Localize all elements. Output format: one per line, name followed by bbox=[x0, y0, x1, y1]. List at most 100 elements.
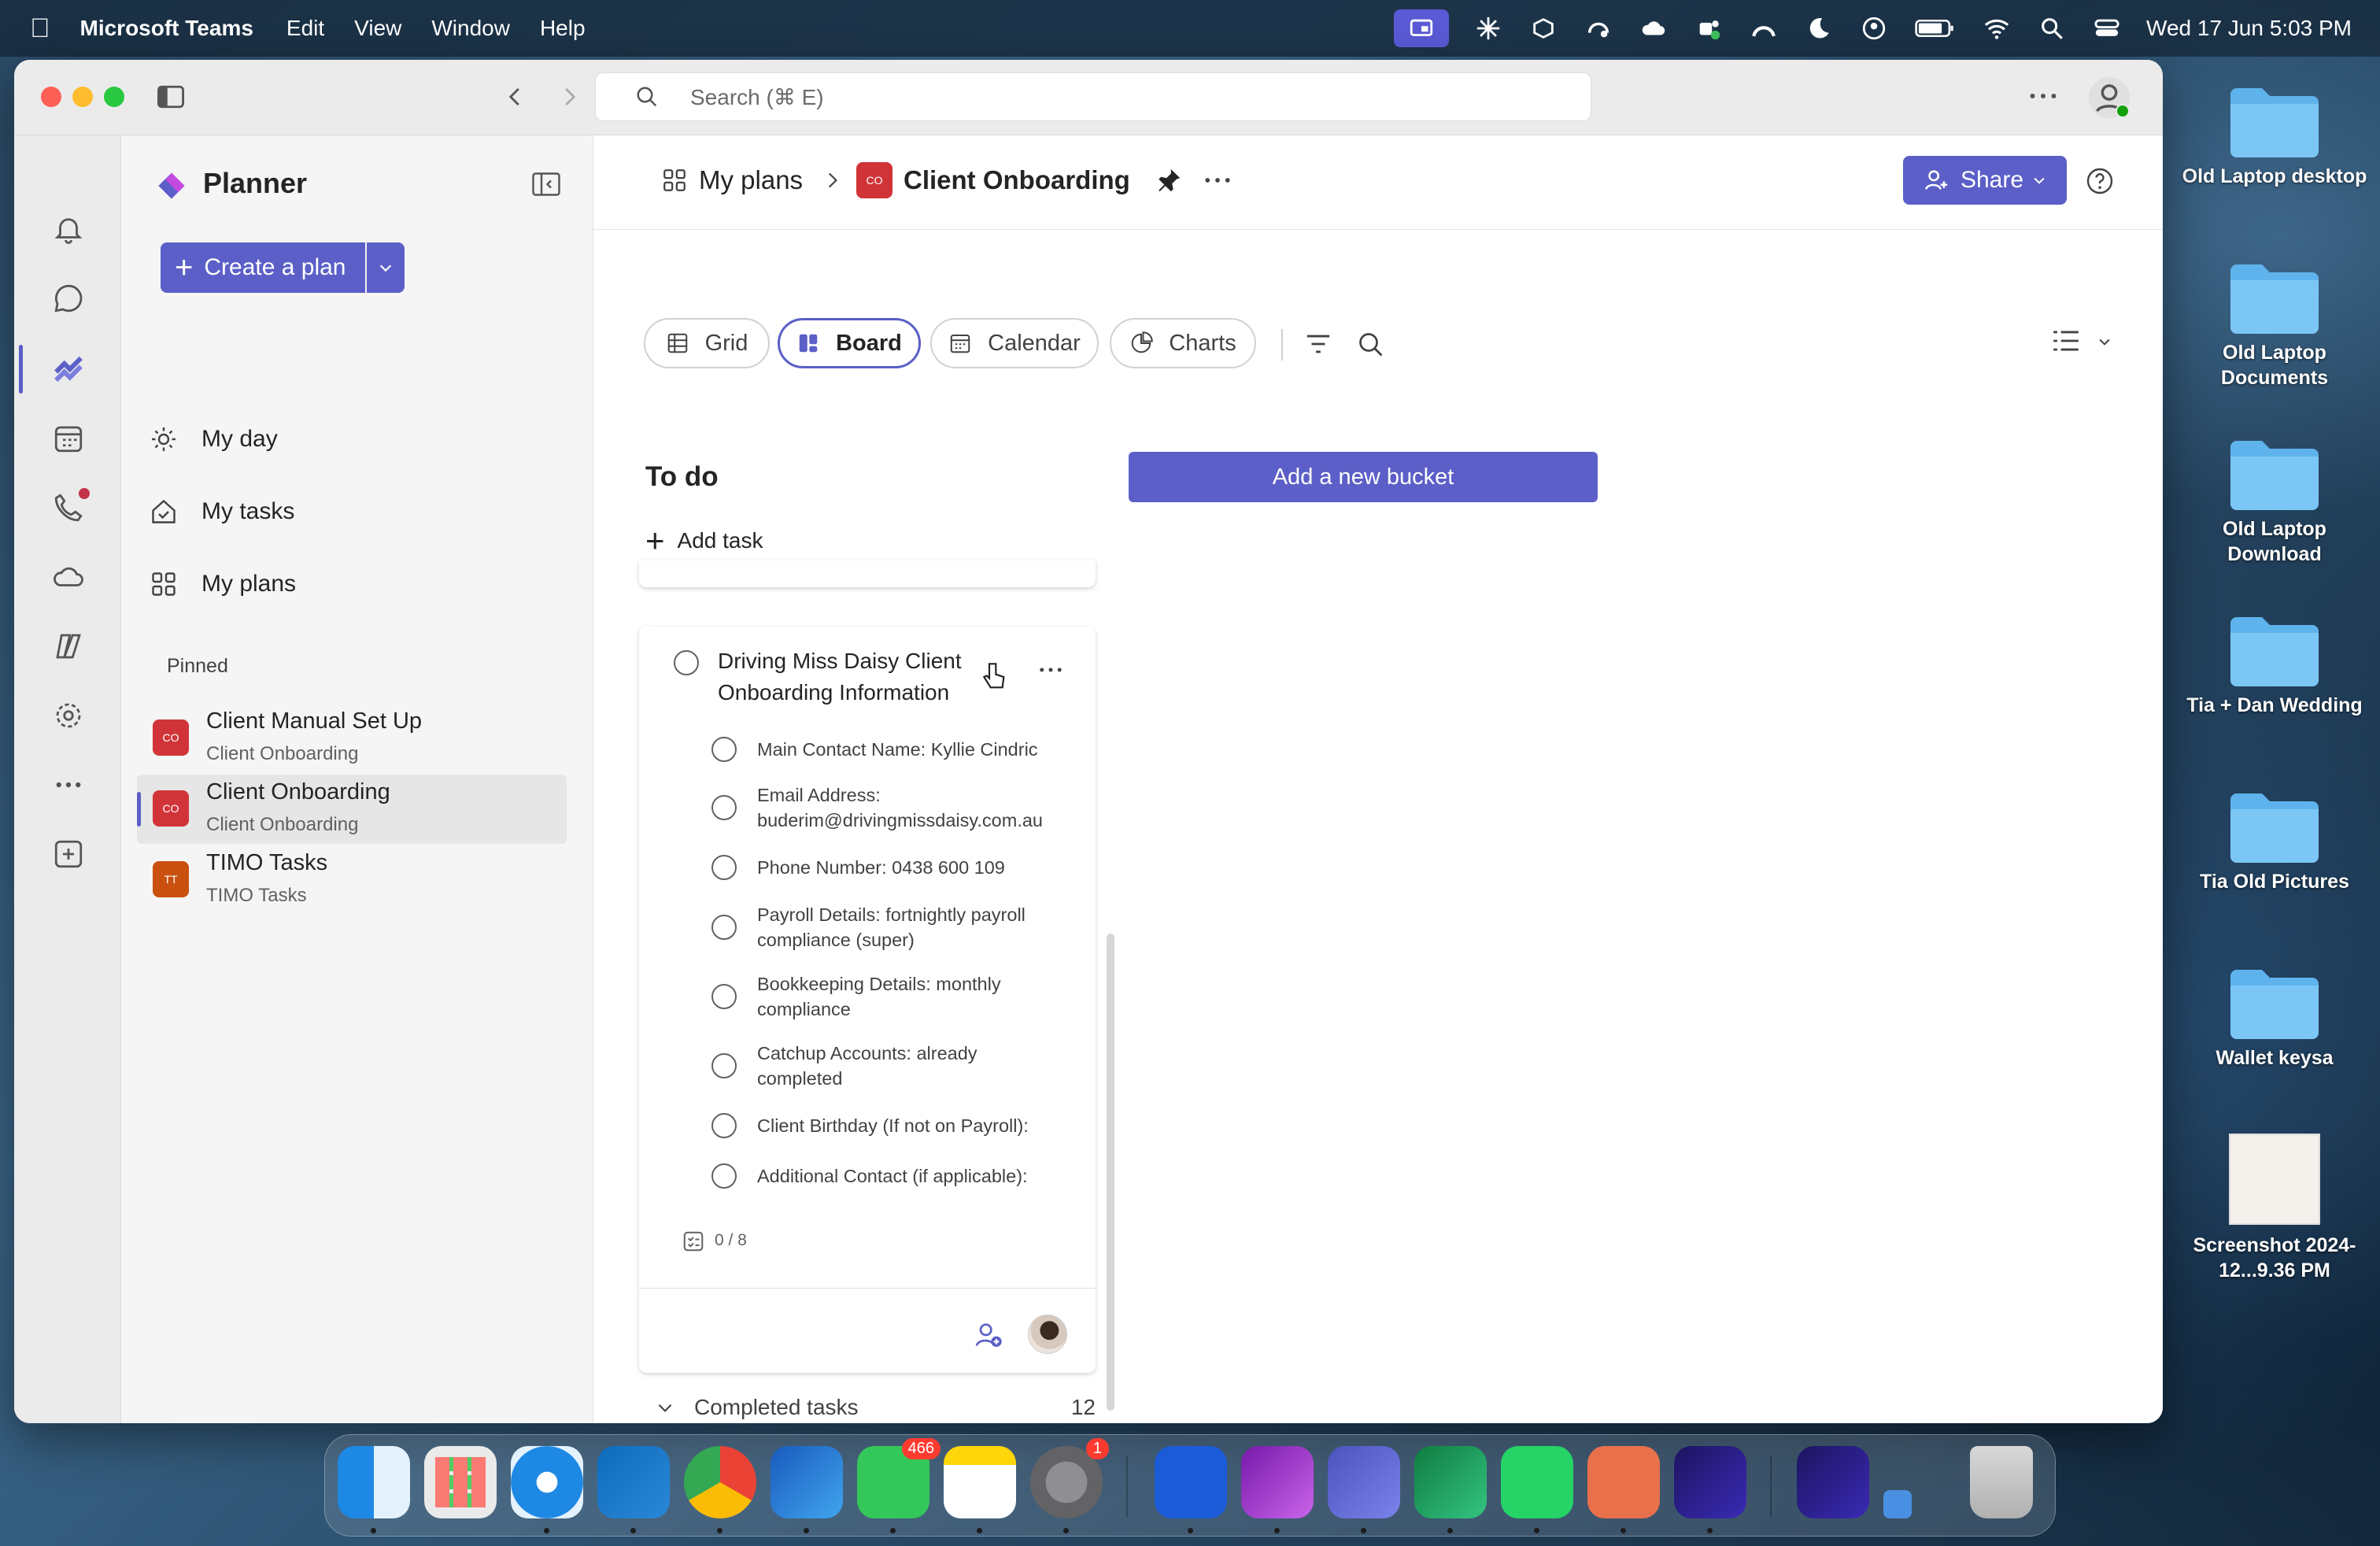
menu-window[interactable]: Window bbox=[431, 16, 510, 41]
desktop-file-screenshot[interactable]: Screenshot 2024-12...9.36 PM bbox=[2180, 1134, 2369, 1283]
checklist-item[interactable]: Payroll Details: fortnightly payroll com… bbox=[757, 902, 1056, 952]
add-task-button[interactable]: + Add task bbox=[645, 524, 763, 557]
close-window-button[interactable] bbox=[41, 87, 61, 107]
desktop-folder-old-laptop-desktop[interactable]: Old Laptop desktop bbox=[2180, 82, 2369, 189]
checklist-item[interactable]: Additional Contact (if applicable): bbox=[757, 1163, 1056, 1189]
profile-avatar[interactable] bbox=[2089, 77, 2130, 118]
desktop-folder-tia-dan-wedding[interactable]: Tia + Dan Wedding bbox=[2180, 611, 2369, 718]
calls-phone-icon[interactable] bbox=[52, 488, 90, 524]
onedrive-cloud-icon[interactable] bbox=[52, 560, 85, 594]
trash-icon[interactable] bbox=[1970, 1446, 2033, 1518]
create-plan-button[interactable]: + Create a plan bbox=[161, 242, 365, 293]
zoom-window-button[interactable] bbox=[104, 87, 124, 107]
grammarly-download-icon[interactable] bbox=[1797, 1446, 1869, 1518]
help-icon[interactable] bbox=[2086, 167, 2114, 195]
checklist-item[interactable]: Main Contact Name: Kyllie Cindric bbox=[757, 737, 1056, 762]
chevron-down-icon[interactable] bbox=[2097, 334, 2112, 350]
screen-share-status-icon[interactable] bbox=[1394, 9, 1450, 47]
activity-bell-icon[interactable] bbox=[52, 213, 85, 246]
share-button[interactable]: Share bbox=[1903, 156, 2067, 205]
checklist-checkbox[interactable] bbox=[711, 984, 737, 1009]
task-card-previous[interactable] bbox=[639, 560, 1096, 587]
messages-icon[interactable]: 466 bbox=[857, 1438, 941, 1518]
safari-small-icon[interactable] bbox=[1883, 1490, 1912, 1518]
checklist-checkbox[interactable] bbox=[711, 915, 737, 940]
board-search-icon[interactable] bbox=[1357, 331, 1385, 359]
pinned-plan-client-manual-set-up[interactable]: CO Client Manual Set Up Client Onboardin… bbox=[137, 704, 567, 773]
excel-icon[interactable] bbox=[1414, 1446, 1487, 1518]
pin-icon[interactable] bbox=[1155, 167, 1182, 194]
assignee-avatar[interactable] bbox=[1028, 1315, 1067, 1354]
checklist-checkbox[interactable] bbox=[711, 1163, 737, 1189]
checklist-item[interactable]: Phone Number: 0438 600 109 bbox=[757, 855, 1056, 880]
checklist-checkbox[interactable] bbox=[711, 737, 737, 762]
pinned-plan-client-onboarding[interactable]: CO Client Onboarding Client Onboarding bbox=[137, 775, 567, 844]
spotlight-search-icon[interactable] bbox=[2036, 13, 2068, 44]
task-card[interactable]: Driving Miss Daisy Client Onboarding Inf… bbox=[639, 627, 1096, 1373]
minimize-window-button[interactable] bbox=[72, 87, 93, 107]
checklist-item[interactable]: Client Birthday (If not on Payroll): bbox=[757, 1113, 1056, 1138]
bucket-title[interactable]: To do bbox=[645, 461, 719, 493]
tab-calendar[interactable]: Calendar bbox=[930, 318, 1099, 368]
gauge-menu-icon[interactable] bbox=[1583, 13, 1614, 44]
bucket-scrollbar[interactable] bbox=[1107, 934, 1114, 1411]
menu-app-name[interactable]: Microsoft Teams bbox=[80, 16, 253, 41]
tab-charts[interactable]: Charts bbox=[1110, 318, 1256, 368]
forward-arrow-icon[interactable] bbox=[557, 85, 581, 109]
menu-clock[interactable]: Wed 17 Jun 5:03 PM bbox=[2146, 16, 2352, 41]
arc-app-icon[interactable] bbox=[1155, 1446, 1227, 1518]
more-options-icon[interactable] bbox=[2029, 87, 2057, 105]
more-apps-icon[interactable] bbox=[52, 768, 85, 801]
desktop-folder-wallet-keysa[interactable]: Wallet keysa bbox=[2180, 963, 2369, 1071]
add-new-bucket-button[interactable]: Add a new bucket bbox=[1129, 452, 1598, 502]
nav-my-plans[interactable]: My plans bbox=[150, 570, 296, 598]
menu-view[interactable]: View bbox=[354, 16, 401, 41]
moon-icon[interactable] bbox=[1803, 13, 1835, 44]
tab-grid[interactable]: Grid bbox=[644, 318, 770, 368]
claude-icon[interactable] bbox=[1587, 1446, 1660, 1518]
plan-more-icon[interactable] bbox=[1204, 172, 1231, 189]
finder-icon[interactable] bbox=[338, 1446, 410, 1518]
checklist-checkbox[interactable] bbox=[711, 855, 737, 880]
collapse-pane-icon[interactable] bbox=[532, 172, 560, 197]
wifi-icon[interactable] bbox=[1981, 13, 2012, 44]
system-settings-icon[interactable]: 1 bbox=[1030, 1438, 1109, 1518]
checklist-checkbox[interactable] bbox=[711, 795, 737, 820]
launchpad-icon[interactable] bbox=[424, 1446, 497, 1518]
control-center-icon[interactable] bbox=[2091, 13, 2123, 44]
arc-menu-icon[interactable] bbox=[1748, 13, 1779, 44]
breadcrumb-my-plans[interactable]: My plans bbox=[699, 165, 803, 195]
chat-icon[interactable] bbox=[52, 282, 85, 315]
tab-board[interactable]: Board bbox=[778, 318, 921, 368]
create-plan-dropdown-button[interactable] bbox=[367, 242, 405, 293]
teams-menu-icon[interactable] bbox=[1693, 13, 1724, 44]
pinned-plan-timo-tasks[interactable]: TT TIMO Tasks TIMO Tasks bbox=[137, 845, 567, 915]
task-more-icon[interactable] bbox=[1039, 664, 1062, 675]
checklist-item[interactable]: Catchup Accounts: already completed bbox=[757, 1041, 1056, 1091]
onenote-icon[interactable] bbox=[1241, 1446, 1314, 1518]
filter-icon[interactable] bbox=[1305, 332, 1332, 356]
menu-edit[interactable]: Edit bbox=[286, 16, 324, 41]
calendar-icon[interactable] bbox=[52, 422, 85, 455]
nav-my-tasks[interactable]: My tasks bbox=[150, 497, 294, 526]
sparkle-menu-icon[interactable] bbox=[1473, 13, 1504, 44]
safari-icon[interactable] bbox=[511, 1446, 583, 1518]
group-by-icon[interactable] bbox=[2051, 327, 2081, 354]
desktop-folder-tia-old-pictures[interactable]: Tia Old Pictures bbox=[2180, 787, 2369, 894]
completed-tasks-toggle[interactable]: Completed tasks 12 bbox=[655, 1395, 1096, 1420]
checklist-item[interactable]: Email Address: buderim@drivingmissdaisy.… bbox=[757, 782, 1056, 833]
grammarly-icon[interactable] bbox=[1674, 1446, 1746, 1518]
checklist-checkbox[interactable] bbox=[711, 1113, 737, 1138]
task-title[interactable]: Driving Miss Daisy Client Onboarding Inf… bbox=[718, 645, 993, 708]
back-arrow-icon[interactable] bbox=[504, 85, 527, 109]
sidebar-toggle-icon[interactable] bbox=[157, 85, 184, 109]
apple-icon[interactable]:  bbox=[30, 13, 50, 44]
user-account-icon[interactable] bbox=[1858, 13, 1890, 44]
copilot-icon[interactable] bbox=[52, 630, 85, 663]
cloud-menu-icon[interactable] bbox=[1638, 13, 1669, 44]
checklist-checkbox[interactable] bbox=[711, 1053, 737, 1078]
apps-gear-icon[interactable] bbox=[52, 699, 85, 732]
battery-icon[interactable] bbox=[1913, 13, 1957, 44]
nav-my-day[interactable]: My day bbox=[150, 425, 278, 453]
checklist-item[interactable]: Bookkeeping Details: monthly compliance bbox=[757, 971, 1056, 1022]
